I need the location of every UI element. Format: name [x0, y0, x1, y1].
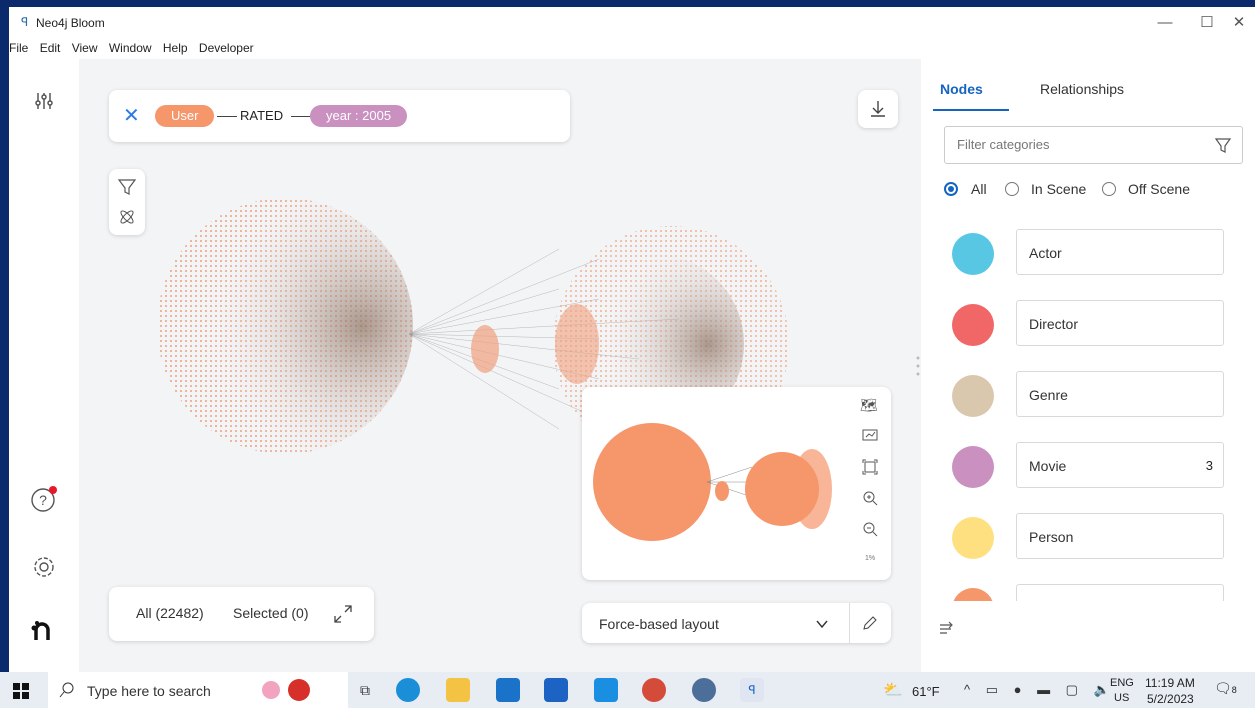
- user-node-cluster: [157, 198, 413, 454]
- search-placeholder: Type here to search: [87, 683, 211, 699]
- window-title: Neo4j Bloom: [36, 16, 105, 30]
- weather-temp[interactable]: 61°F: [912, 684, 940, 699]
- category-person[interactable]: Person: [952, 513, 1232, 561]
- radio-all-label[interactable]: All: [971, 181, 987, 197]
- map-icon[interactable]: 🗺: [860, 397, 878, 414]
- filter-placeholder: Filter categories: [957, 137, 1050, 152]
- category-partial-row: [952, 584, 1232, 601]
- clock-date[interactable]: 5/2/2023: [1147, 692, 1194, 706]
- radio-in-scene[interactable]: [1005, 182, 1019, 196]
- menu-edit[interactable]: Edit: [40, 41, 61, 55]
- notification-count: 8: [1231, 685, 1237, 695]
- presentation-icon[interactable]: [862, 429, 878, 445]
- category-label[interactable]: Movie 3: [1016, 442, 1224, 488]
- category-color-dot[interactable]: [952, 446, 994, 488]
- category-color-dot[interactable]: [952, 304, 994, 346]
- task-view-icon[interactable]: ⧉: [360, 682, 370, 699]
- radio-off-scene[interactable]: [1102, 182, 1116, 196]
- category-label[interactable]: Director: [1016, 300, 1224, 346]
- tab-relationships[interactable]: Relationships: [1040, 81, 1124, 97]
- settings-sliders-icon[interactable]: [24, 81, 64, 121]
- status-card: All (22482) Selected (0): [109, 587, 374, 641]
- chevron-down-icon[interactable]: [815, 617, 829, 631]
- pencil-icon[interactable]: [862, 615, 878, 631]
- minimize-button[interactable]: —: [1147, 11, 1183, 35]
- sort-icon[interactable]: [937, 618, 957, 638]
- chrome-icon[interactable]: [642, 678, 666, 702]
- minimap-graph: [593, 423, 832, 541]
- chrome-alt-icon[interactable]: [692, 678, 716, 702]
- windows-start-icon[interactable]: [13, 683, 29, 699]
- category-label[interactable]: Person: [1016, 513, 1224, 559]
- mail-icon[interactable]: [544, 678, 568, 702]
- flowers-decoration-icon: [258, 679, 318, 703]
- scene-radio-group: All In Scene Off Scene: [944, 181, 1244, 201]
- system-tray-icons[interactable]: ^ ▭ ● ▬ ▢ 🔈: [964, 682, 1116, 698]
- radio-off-scene-label[interactable]: Off Scene: [1128, 181, 1190, 197]
- radio-all[interactable]: [944, 182, 958, 196]
- taskbar-search[interactable]: Type here to search: [48, 672, 348, 708]
- notification-icon[interactable]: 🗨8: [1214, 680, 1237, 697]
- menu-file[interactable]: File: [9, 41, 28, 55]
- filter-icon[interactable]: [1214, 136, 1232, 154]
- zoom-in-icon[interactable]: [862, 490, 878, 506]
- layout-selector[interactable]: Force-based layout: [582, 603, 891, 643]
- category-genre[interactable]: Genre: [952, 371, 1232, 419]
- category-director[interactable]: Director: [952, 300, 1232, 348]
- store-icon[interactable]: [496, 678, 520, 702]
- menu-view[interactable]: View: [72, 41, 98, 55]
- app-window: ꟼ Neo4j Bloom — ☐ ✕ File Edit View Windo…: [9, 7, 1255, 672]
- taskbar: Type here to search ⧉ ꟼ ⛅ 61°F ^ ▭ ● ▬ ▢…: [0, 672, 1255, 708]
- category-label[interactable]: Actor: [1016, 229, 1224, 275]
- zoom-level: 1%: [865, 555, 876, 562]
- title-bar: ꟼ Neo4j Bloom — ☐ ✕: [9, 7, 1255, 39]
- left-sidebar: ?: [9, 59, 79, 672]
- all-count[interactable]: All (22482): [136, 605, 204, 621]
- legend-panel: Nodes Relationships Filter categories Al…: [921, 59, 1255, 672]
- neo4j-bloom-taskbar-icon[interactable]: ꟼ: [740, 678, 764, 702]
- maximize-button[interactable]: ☐: [1189, 11, 1225, 35]
- selected-count[interactable]: Selected (0): [233, 605, 308, 621]
- lang-top[interactable]: ENG: [1110, 677, 1134, 689]
- category-label[interactable]: Genre: [1016, 371, 1224, 417]
- tab-nodes[interactable]: Nodes: [940, 81, 983, 97]
- menu-window[interactable]: Window: [109, 41, 152, 55]
- category-color-dot[interactable]: [952, 517, 994, 559]
- panel-resize-handle[interactable]: [916, 355, 920, 377]
- divider: [849, 603, 850, 643]
- active-tab-indicator: [933, 109, 1009, 111]
- neo4j-logo-icon: [24, 612, 64, 652]
- layout-value[interactable]: Force-based layout: [599, 616, 719, 632]
- help-icon[interactable]: ?: [24, 479, 64, 519]
- lang-bottom[interactable]: US: [1114, 692, 1129, 704]
- graph-canvas[interactable]: ✕ User RATED year : 2005 🗺 1% All (22482…: [79, 59, 921, 672]
- svg-text:?: ?: [39, 492, 47, 508]
- category-color-dot[interactable]: [952, 375, 994, 417]
- minimap[interactable]: 🗺 1%: [582, 387, 891, 580]
- radio-in-scene-label[interactable]: In Scene: [1031, 181, 1086, 197]
- file-explorer-icon[interactable]: [446, 678, 470, 702]
- fit-screen-icon[interactable]: [862, 459, 878, 475]
- menu-help[interactable]: Help: [163, 41, 188, 55]
- close-button[interactable]: ✕: [1221, 11, 1255, 35]
- menu-developer[interactable]: Developer: [199, 41, 254, 55]
- category-list: Actor Director Genre Movie 3 Person: [921, 229, 1255, 601]
- edge-icon[interactable]: [396, 678, 420, 702]
- zoom-out-icon[interactable]: [862, 521, 878, 537]
- neo4j-app-icon: ꟼ: [21, 15, 29, 29]
- remote-desktop-icon[interactable]: [594, 678, 618, 702]
- category-color-dot[interactable]: [952, 233, 994, 275]
- category-actor[interactable]: Actor: [952, 229, 1232, 277]
- gear-icon[interactable]: [24, 547, 64, 587]
- expand-icon[interactable]: [333, 604, 353, 624]
- filter-categories-input[interactable]: Filter categories: [944, 126, 1243, 164]
- category-count: 3: [1205, 458, 1213, 473]
- category-movie[interactable]: Movie 3: [952, 442, 1232, 490]
- search-icon: [59, 682, 74, 698]
- menu-bar: File Edit View Window Help Developer: [9, 39, 1255, 59]
- weather-icon[interactable]: ⛅: [883, 680, 903, 700]
- clock-time[interactable]: 11:19 AM: [1145, 676, 1195, 690]
